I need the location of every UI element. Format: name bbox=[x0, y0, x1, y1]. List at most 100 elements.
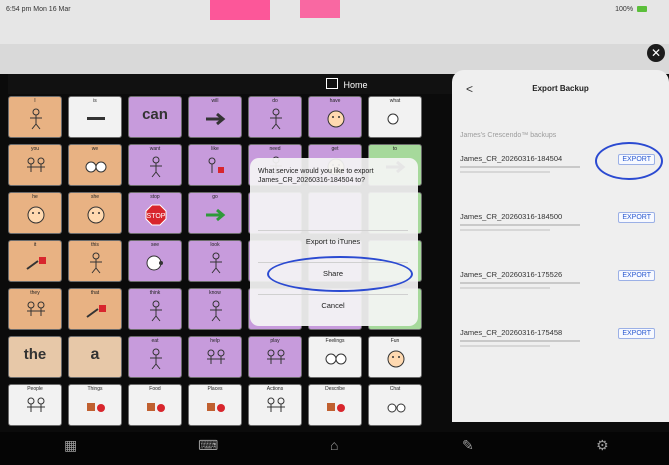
stop-sign-text: STOP bbox=[147, 213, 166, 220]
face-icon bbox=[27, 206, 45, 224]
eye-icon bbox=[146, 255, 163, 271]
vocab-cell[interactable]: Places bbox=[188, 384, 242, 426]
vocab-label: stop bbox=[150, 194, 160, 200]
vocab-cell[interactable]: Things bbox=[68, 384, 122, 426]
vocab-cell[interactable]: she bbox=[68, 192, 122, 234]
question-icon bbox=[387, 113, 399, 125]
vocab-cell[interactable]: Chat bbox=[368, 384, 422, 426]
vocab-label: go bbox=[212, 194, 218, 200]
vocab-cell[interactable]: do bbox=[248, 96, 302, 138]
vocab-word: a bbox=[90, 346, 100, 363]
vocab-label: look bbox=[210, 242, 220, 248]
dialog-message: What service would you like to export Ja… bbox=[258, 168, 374, 184]
vocab-cell[interactable]: go bbox=[188, 192, 242, 234]
people-icon bbox=[267, 349, 285, 364]
export-button[interactable]: EXPORT bbox=[618, 328, 655, 339]
gear-icon[interactable]: ⚙ bbox=[596, 438, 610, 452]
status-time: 6:54 pm Mon 16 Mar bbox=[6, 6, 71, 13]
vocab-cell[interactable]: this bbox=[68, 240, 122, 282]
backup-row: James_CR_20260316-184500 EXPORT bbox=[460, 212, 665, 252]
vocab-cell[interactable]: stop STOP bbox=[128, 192, 182, 234]
vocab-cell[interactable]: it bbox=[8, 240, 62, 282]
vocab-cell[interactable]: Actions bbox=[248, 384, 302, 426]
bottom-toolbar: ▦ ⌨ ⌂ ✎ ⚙ bbox=[0, 432, 669, 465]
export-to-itunes-button[interactable]: Export to iTunes bbox=[258, 230, 408, 253]
backup-details bbox=[460, 340, 580, 342]
keyboard-icon[interactable]: ⌨ bbox=[198, 438, 218, 452]
people-icon bbox=[267, 397, 285, 412]
vocab-word: can bbox=[142, 106, 168, 123]
vocab-cell[interactable]: I bbox=[8, 96, 62, 138]
vocab-label: Fun bbox=[390, 338, 400, 344]
grid-icon[interactable]: ▦ bbox=[64, 438, 78, 452]
vocab-cell[interactable]: that bbox=[68, 288, 122, 330]
export-service-dialog: What service would you like to export Ja… bbox=[250, 158, 418, 326]
vocab-cell[interactable]: Fun bbox=[368, 336, 422, 378]
vocab-cell[interactable]: we bbox=[68, 144, 122, 186]
vocab-label: like bbox=[211, 146, 219, 152]
vocab-label: Actions bbox=[266, 386, 284, 392]
close-icon[interactable]: ✕ bbox=[647, 44, 665, 62]
home-title[interactable]: Home bbox=[326, 78, 368, 90]
backup-name: James_CR_20260316-184500 bbox=[460, 212, 563, 221]
things-icon bbox=[87, 403, 105, 412]
pencil-icon[interactable]: ✎ bbox=[462, 438, 476, 452]
cancel-button[interactable]: Cancel bbox=[258, 294, 408, 317]
places-icon bbox=[207, 403, 225, 412]
vocab-cell[interactable]: look bbox=[188, 240, 242, 282]
face-icon bbox=[327, 110, 345, 128]
vocab-cell[interactable]: like bbox=[188, 144, 242, 186]
export-button[interactable]: EXPORT bbox=[618, 270, 655, 281]
vocab-word: the bbox=[23, 346, 47, 363]
chat-icon bbox=[387, 403, 406, 413]
vocab-cell[interactable]: a bbox=[68, 336, 122, 378]
vocab-cell[interactable]: is bbox=[68, 96, 122, 138]
vocab-cell[interactable]: can bbox=[128, 96, 182, 138]
people-icon bbox=[27, 397, 45, 412]
vocab-cell[interactable]: Describe bbox=[308, 384, 362, 426]
vocab-label: Food bbox=[149, 386, 161, 392]
panel-title: Export Backup bbox=[532, 84, 589, 93]
line-icon bbox=[87, 117, 105, 120]
vocab-cell[interactable]: think bbox=[128, 288, 182, 330]
vocab-label: Things bbox=[87, 386, 103, 392]
vocab-cell[interactable]: see bbox=[128, 240, 182, 282]
point-icon bbox=[26, 257, 46, 270]
vocab-label: know bbox=[209, 290, 221, 296]
person-icon bbox=[150, 348, 162, 370]
vocab-cell[interactable]: Food bbox=[128, 384, 182, 426]
home-icon bbox=[326, 78, 338, 89]
vocab-cell[interactable]: eat bbox=[128, 336, 182, 378]
export-button[interactable]: EXPORT bbox=[618, 212, 655, 223]
vocab-cell[interactable]: play bbox=[248, 336, 302, 378]
vocab-cell[interactable]: know bbox=[188, 288, 242, 330]
vocab-cell[interactable]: he bbox=[8, 192, 62, 234]
home-outline-icon[interactable]: ⌂ bbox=[330, 438, 344, 452]
home-label: Home bbox=[343, 80, 368, 90]
people-icon bbox=[27, 301, 45, 316]
backup-row: James_CR_20260316-175458 EXPORT bbox=[460, 328, 665, 368]
food-icon bbox=[147, 403, 165, 412]
battery-percent: 100% bbox=[615, 6, 634, 13]
vocab-cell[interactable]: they bbox=[8, 288, 62, 330]
highlight-oval bbox=[595, 142, 663, 180]
vocab-label: think bbox=[149, 290, 161, 296]
vocab-cell[interactable]: what bbox=[368, 96, 422, 138]
battery-icon bbox=[637, 6, 647, 13]
vocab-cell[interactable]: will bbox=[188, 96, 242, 138]
vocab-label: see bbox=[150, 242, 160, 248]
vocab-cell[interactable]: have bbox=[308, 96, 362, 138]
vocab-label: we bbox=[91, 146, 99, 152]
vocab-cell[interactable]: People bbox=[8, 384, 62, 426]
vocab-label: want bbox=[149, 146, 161, 152]
vocab-cell[interactable]: the bbox=[8, 336, 62, 378]
vocab-label: they bbox=[30, 290, 40, 296]
vocab-cell[interactable]: you bbox=[8, 144, 62, 186]
backup-details bbox=[460, 282, 580, 284]
backup-row: James_CR_20260316-175526 EXPORT bbox=[460, 270, 665, 310]
vocab-label: this bbox=[91, 242, 99, 248]
faces-icon bbox=[85, 161, 107, 173]
vocab-cell[interactable]: Feelings bbox=[308, 336, 362, 378]
vocab-cell[interactable]: want bbox=[128, 144, 182, 186]
vocab-cell[interactable]: help bbox=[188, 336, 242, 378]
